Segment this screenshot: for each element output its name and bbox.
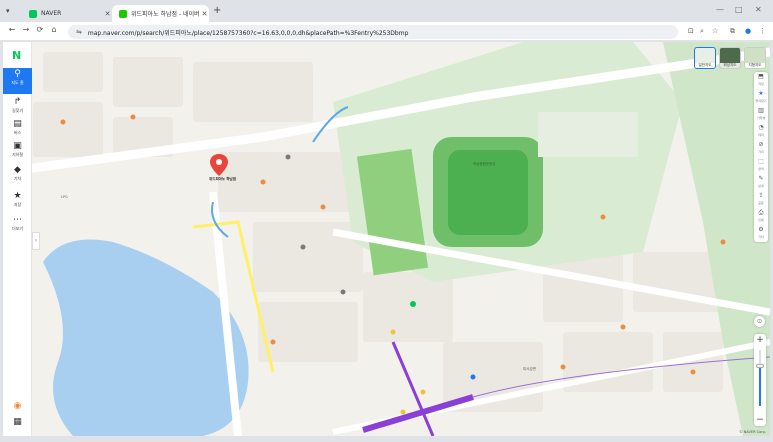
misc-button[interactable]: ⚙ 기타 bbox=[754, 225, 768, 242]
profile-icon[interactable]: ● bbox=[745, 27, 751, 35]
extensions-icon[interactable]: ⧉ bbox=[730, 27, 735, 36]
close-tab-icon[interactable]: ✕ bbox=[103, 10, 112, 18]
map-pin-icon: ⚲ bbox=[14, 69, 21, 79]
nav-subway[interactable]: ▣ 지하철 bbox=[3, 140, 32, 166]
layer-label: 위성지도 bbox=[720, 63, 740, 68]
theme-button[interactable]: ◔ 테마 bbox=[754, 123, 768, 140]
nav-more[interactable]: ⋯ 더보기 bbox=[3, 214, 32, 240]
close-window-button[interactable]: ✕ bbox=[755, 5, 762, 14]
bookmark-star-icon[interactable]: ☆ bbox=[712, 27, 718, 35]
nav-map-home[interactable]: ⚲ 지도 홈 bbox=[3, 68, 32, 94]
place-label[interactable]: LPG bbox=[61, 195, 68, 199]
tab-title: NAVER bbox=[41, 10, 62, 17]
zoom-icon[interactable]: ⌕ bbox=[700, 27, 704, 36]
zoom-slider-handle[interactable] bbox=[756, 364, 764, 368]
address-bar[interactable]: ⇋ map.naver.com/p/search/위드피아노/place/125… bbox=[68, 25, 678, 39]
browser-window: ▾ NAVER ✕ 위드피아노 하남점 - 네이버 지도 ✕ + — □ ✕ ←… bbox=[0, 0, 773, 442]
tab-strip: ▾ NAVER ✕ 위드피아노 하남점 - 네이버 지도 ✕ + — □ ✕ bbox=[0, 0, 773, 22]
maximize-button[interactable]: □ bbox=[735, 5, 743, 14]
tab-naver[interactable]: NAVER ✕ bbox=[22, 5, 112, 22]
close-tab-icon[interactable]: ✕ bbox=[200, 10, 209, 18]
map-tools-bar: ⬒ 저장 ★ 즐겨찾기 ▥ 거리뷰 ◔ 테마 ⊘ 거리 ⬚ 면적 ✎ 반경 ⇪ 공유 ⎙ 인쇄 ⚙… bbox=[754, 72, 768, 242]
naver-favicon-icon bbox=[29, 9, 37, 18]
naver-logo[interactable]: N bbox=[12, 49, 21, 62]
radius-button[interactable]: ✎ 반경 bbox=[754, 174, 768, 191]
naver-map-favicon-icon bbox=[119, 9, 127, 18]
url-text: map.naver.com/p/search/위드피아노/place/12587… bbox=[87, 29, 409, 37]
distance-icon: ⊘ bbox=[758, 141, 764, 148]
reload-button[interactable]: ⟳ bbox=[34, 25, 46, 34]
selected-place-label[interactable]: 위드피아노 하남점 bbox=[209, 177, 236, 182]
back-button[interactable]: ← bbox=[6, 25, 18, 34]
nav-label: 지도 홈 bbox=[11, 80, 24, 85]
bus-icon: ▤ bbox=[13, 119, 22, 129]
forward-button[interactable]: → bbox=[20, 25, 32, 34]
area-button[interactable]: ⬚ 면적 bbox=[754, 157, 768, 174]
tab-title: 위드피아노 하남점 - 네이버 지도 bbox=[131, 11, 200, 18]
layer-normal-map[interactable]: 일반지도 bbox=[694, 47, 716, 69]
share-icon: ⇪ bbox=[758, 192, 764, 199]
misc-icon: ⚙ bbox=[758, 226, 764, 233]
nav-label: 기차 bbox=[13, 176, 22, 181]
star-icon: ★ bbox=[13, 191, 22, 201]
distance-button[interactable]: ⊘ 거리 bbox=[754, 140, 768, 157]
browser-menu-icon[interactable]: ⋮ bbox=[759, 27, 766, 35]
nav-label: 저장 bbox=[13, 202, 22, 207]
train-icon: ◆ bbox=[14, 165, 21, 175]
subway-icon: ▣ bbox=[13, 141, 22, 151]
stadium-label[interactable]: 하남종합운동장 bbox=[473, 162, 496, 167]
tab-search-icon[interactable]: ▾ bbox=[6, 7, 10, 15]
save-map-icon: ⬒ bbox=[758, 73, 764, 80]
browser-toolbar: ← → ⟳ ⌂ ⇋ map.naver.com/p/search/위드피아노/p… bbox=[0, 22, 773, 41]
user-avatar-button[interactable]: ◉ bbox=[3, 400, 32, 414]
nav-label: 길찾기 bbox=[11, 108, 24, 113]
road-view-button[interactable]: ▥ 거리뷰 bbox=[754, 106, 768, 123]
share-button[interactable]: ⇪ 공유 bbox=[754, 191, 768, 208]
print-icon: ⎙ bbox=[758, 209, 764, 216]
new-tab-button[interactable]: + bbox=[213, 5, 221, 16]
park-building bbox=[538, 112, 638, 157]
tab-naver-map[interactable]: 위드피아노 하남점 - 네이버 지도 ✕ bbox=[112, 5, 209, 22]
zoom-level-fill bbox=[759, 366, 761, 406]
save-map-button[interactable]: ⬒ 저장 bbox=[754, 72, 768, 89]
layer-label: 지형지도 bbox=[745, 63, 765, 68]
radius-icon: ✎ bbox=[758, 175, 764, 182]
page-viewport: 위드피아노 하남점 하남종합운동장 미사강변 LPG N ⚲ 지도 홈 ↱ 길찾… bbox=[3, 42, 770, 436]
road-view-icon: ▥ bbox=[758, 107, 764, 114]
layer-terrain-map[interactable]: 지형지도 bbox=[744, 47, 766, 69]
theme-icon: ◔ bbox=[758, 124, 764, 131]
left-navigation: N ⚲ 지도 홈 ↱ 길찾기 ▤ 버스 ▣ 지하철 ◆ 기차 ★ 저장 ⋯ 더보… bbox=[3, 42, 32, 436]
zoom-out-button[interactable]: − bbox=[754, 414, 766, 426]
layer-satellite-map[interactable]: 위성지도 bbox=[719, 47, 741, 69]
nav-train[interactable]: ◆ 기차 bbox=[3, 164, 32, 190]
translate-icon[interactable]: ⊡ bbox=[688, 27, 694, 35]
layer-label: 일반지도 bbox=[695, 63, 715, 68]
favorite-star-icon: ★ bbox=[758, 90, 764, 97]
zoom-in-button[interactable]: + bbox=[754, 334, 766, 346]
place-label[interactable]: 미사강변 bbox=[523, 367, 536, 372]
nav-label: 더보기 bbox=[11, 226, 24, 231]
map-copyright: © NAVER Corp. bbox=[739, 430, 766, 434]
zoom-control: + − bbox=[754, 334, 766, 426]
panel-expand-button[interactable]: › bbox=[32, 232, 40, 250]
home-button[interactable]: ⌂ bbox=[48, 25, 60, 34]
print-button[interactable]: ⎙ 인쇄 bbox=[754, 208, 768, 225]
minimize-button[interactable]: — bbox=[716, 5, 724, 14]
map-canvas[interactable] bbox=[3, 42, 770, 436]
compass-icon[interactable]: ⊙ bbox=[754, 316, 765, 327]
more-icon: ⋯ bbox=[13, 215, 22, 225]
apps-grid-icon: ▦ bbox=[13, 417, 22, 427]
route-icon: ↱ bbox=[13, 97, 22, 107]
apps-grid-button[interactable]: ▦ bbox=[3, 416, 32, 430]
area-icon: ⬚ bbox=[758, 158, 764, 165]
nav-saved[interactable]: ★ 저장 bbox=[3, 190, 32, 216]
user-avatar-icon: ◉ bbox=[13, 401, 22, 411]
nav-label: 버스 bbox=[13, 130, 22, 135]
site-info-icon[interactable]: ⇋ bbox=[76, 28, 82, 36]
map-layer-switcher: 일반지도 위성지도 지형지도 bbox=[694, 47, 766, 69]
nav-label: 지하철 bbox=[11, 152, 24, 157]
favorite-button[interactable]: ★ 즐겨찾기 bbox=[754, 89, 768, 106]
